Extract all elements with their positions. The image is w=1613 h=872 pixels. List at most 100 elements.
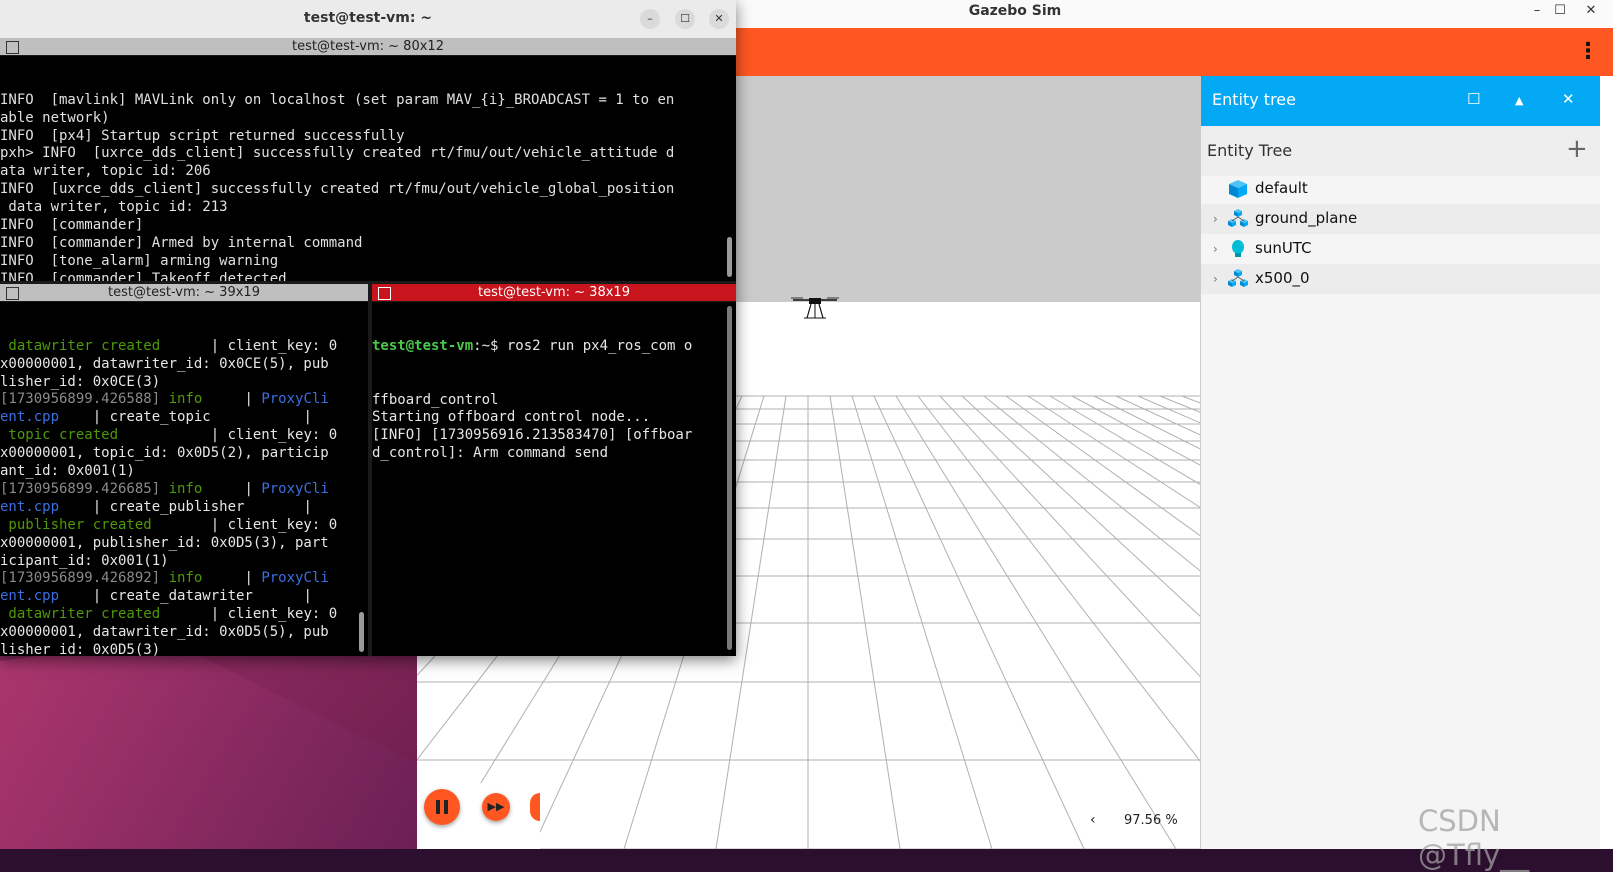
panel-scrollbar[interactable] bbox=[1600, 76, 1613, 849]
right-pane-header[interactable]: test@test-vm: ~ 38x19 bbox=[372, 284, 736, 301]
gazebo-close-button[interactable]: ✕ bbox=[1580, 2, 1602, 22]
drone-model bbox=[791, 297, 839, 319]
add-entity-icon[interactable]: + bbox=[1566, 134, 1588, 164]
terminal-text: info bbox=[168, 570, 203, 587]
step-button[interactable]: ▶▶ bbox=[482, 793, 510, 821]
terminal-line: ata writer, topic id: 206 bbox=[0, 163, 211, 180]
top-pane-header[interactable]: test@test-vm: ~ 80x12 bbox=[0, 38, 736, 55]
terminal-text: [1730956899.426892] bbox=[0, 570, 169, 587]
tree-item-label: sunUTC bbox=[1255, 239, 1312, 257]
terminal-text: | bbox=[202, 480, 262, 497]
terminal-line: INFO [tone_alarm] arming warning bbox=[0, 252, 279, 269]
terminal-title: test@test-vm: ~ bbox=[303, 10, 433, 26]
terminal-text: topic created bbox=[0, 427, 119, 444]
tree-item-sunutc[interactable]: › sunUTC bbox=[1201, 234, 1600, 264]
terminal-line: x00000001, topic_id: 0x0D5(2), particip bbox=[0, 445, 368, 463]
terminal-line: lisher_id: 0x0D5(3) bbox=[0, 642, 368, 656]
gazebo-title: Gazebo Sim bbox=[968, 3, 1062, 19]
terminal-text: lisher_id: 0x0D5(3) bbox=[0, 641, 161, 656]
panel-maximize-icon[interactable]: ☐ bbox=[1467, 90, 1480, 108]
terminal-line: INFO [uxrce_dds_client] successfully cre… bbox=[0, 181, 675, 198]
terminal-window: test@test-vm: ~ – ☐ ✕ test@test-vm: ~ 80… bbox=[0, 0, 736, 656]
pane-grid-icon[interactable] bbox=[378, 287, 391, 300]
pane-grid-icon[interactable] bbox=[6, 287, 19, 300]
top-pane-title: test@test-vm: ~ 80x12 bbox=[292, 39, 444, 54]
terminal-line: able network) bbox=[0, 109, 110, 126]
tree-item-default[interactable]: default bbox=[1201, 174, 1600, 204]
terminal-line: datawriter created | client_key: 0 bbox=[0, 606, 368, 624]
prompt-symbol: $ bbox=[490, 337, 507, 354]
terminal-line: icipant_id: 0x001(1) bbox=[0, 553, 368, 571]
terminal-text: x00000001, topic_id: 0x0D5(2), particip bbox=[0, 445, 329, 462]
top-terminal-pane[interactable]: INFO [mavlink] MAVLink only on localhost… bbox=[0, 56, 736, 281]
left-pane-title: test@test-vm: ~ 39x19 bbox=[108, 285, 260, 300]
terminal-line: topic created | client_key: 0 bbox=[0, 427, 368, 445]
pause-icon bbox=[436, 800, 440, 814]
terminal-line: [1730956899.426588] info | ProxyCli bbox=[0, 391, 368, 409]
tree-item-label: default bbox=[1255, 179, 1308, 197]
gazebo-minimize-button[interactable]: – bbox=[1526, 2, 1548, 22]
tree-item-label: ground_plane bbox=[1255, 209, 1358, 227]
terminal-text: | create_datawriter | bbox=[59, 588, 312, 605]
gazebo-menu-icon[interactable]: ⋮ bbox=[1577, 38, 1599, 66]
terminal-text: [1730956899.426588] bbox=[0, 391, 169, 408]
terminal-text: [1730956899.426685] bbox=[0, 480, 169, 497]
terminal-line: INFO [commander] Armed by internal comma… bbox=[0, 234, 363, 251]
terminal-text: ProxyCli bbox=[261, 391, 329, 408]
watermark: CSDN @Tfly__ bbox=[1418, 804, 1530, 872]
terminal-line: ent.cpp | create_publisher | bbox=[0, 499, 368, 517]
terminal-text: | create_publisher | bbox=[59, 498, 312, 515]
terminal-line: ent.cpp | create_datawriter | bbox=[0, 588, 368, 606]
tree-item-label: x500_0 bbox=[1255, 269, 1310, 287]
command-text: ros2 run px4_ros_com o bbox=[506, 337, 693, 354]
model-group-icon bbox=[1228, 209, 1248, 227]
pane-grid-icon[interactable] bbox=[6, 41, 19, 54]
tree-item-ground-plane[interactable]: › ground_plane bbox=[1201, 204, 1600, 234]
terminal-text: x00000001, publisher_id: 0x0D5(3), part bbox=[0, 534, 329, 551]
terminal-text: info bbox=[168, 391, 203, 408]
right-pane-title: test@test-vm: ~ 38x19 bbox=[478, 285, 630, 300]
terminal-maximize-button[interactable]: ☐ bbox=[675, 9, 695, 29]
rtf-expand-icon[interactable]: ‹ bbox=[1090, 812, 1096, 828]
gazebo-maximize-button[interactable]: ☐ bbox=[1549, 2, 1571, 22]
terminal-close-button[interactable]: ✕ bbox=[709, 9, 729, 29]
terminal-text: ProxyCli bbox=[261, 570, 329, 587]
terminal-text: info bbox=[168, 480, 203, 497]
pause-button[interactable] bbox=[424, 789, 460, 825]
terminal-line: lisher_id: 0x0CE(3) bbox=[0, 374, 368, 392]
terminal-line: x00000001, datawriter_id: 0x0D5(5), pub bbox=[0, 624, 368, 642]
terminal-line: INFO [commander] bbox=[0, 217, 152, 234]
terminal-minimize-button[interactable]: – bbox=[640, 9, 660, 29]
terminal-text: | client_key: 0 bbox=[118, 427, 338, 444]
entity-tree-title: Entity tree bbox=[1212, 90, 1296, 109]
panel-close-icon[interactable]: ✕ bbox=[1562, 90, 1575, 108]
terminal-line: d_control]: Arm command send bbox=[372, 445, 609, 462]
left-terminal-pane[interactable]: datawriter created | client_key: 0 x00000… bbox=[0, 302, 368, 656]
top-pane-scrollbar[interactable] bbox=[727, 237, 732, 277]
tree-item-x500[interactable]: › x500_0 bbox=[1201, 264, 1600, 294]
chevron-right-icon[interactable]: › bbox=[1213, 272, 1218, 286]
fast-forward-icon: ▶▶ bbox=[487, 800, 505, 813]
more-controls-button[interactable] bbox=[530, 793, 540, 821]
real-time-factor: 97.56 % bbox=[1124, 813, 1178, 828]
right-terminal-pane[interactable]: test@test-vm:~$ ros2 run px4_ros_com o f… bbox=[372, 302, 736, 656]
terminal-line: INFO [mavlink] MAVLink only on localhost… bbox=[0, 91, 675, 108]
terminal-line: data writer, topic id: 213 bbox=[0, 199, 228, 216]
terminal-line: INFO [commander] Takeoff detected bbox=[0, 270, 287, 281]
terminal-titlebar: test@test-vm: ~ – ☐ ✕ bbox=[0, 0, 736, 39]
prompt-user: test@test-vm bbox=[372, 337, 474, 354]
panel-collapse-icon[interactable]: ▲ bbox=[1515, 94, 1523, 107]
terminal-line: INFO [px4] Startup script returned succe… bbox=[0, 127, 405, 144]
light-bulb-icon bbox=[1232, 240, 1244, 257]
left-pane-header[interactable]: test@test-vm: ~ 39x19 bbox=[0, 284, 368, 301]
terminal-line: ant_id: 0x001(1) bbox=[0, 463, 368, 481]
chevron-right-icon[interactable]: › bbox=[1213, 212, 1218, 226]
terminal-line: [1730956899.426685] info | ProxyCli bbox=[0, 481, 368, 499]
terminal-text: icipant_id: 0x001(1) bbox=[0, 552, 169, 569]
terminal-line: datawriter created | client_key: 0 bbox=[0, 338, 368, 356]
left-pane-scrollbar[interactable] bbox=[359, 612, 364, 652]
right-pane-scrollbar[interactable] bbox=[727, 306, 732, 650]
terminal-text: | client_key: 0 bbox=[151, 516, 338, 533]
entity-tree-header: Entity tree ☐ ▲ ✕ bbox=[1201, 76, 1600, 126]
chevron-right-icon[interactable]: › bbox=[1213, 242, 1218, 256]
